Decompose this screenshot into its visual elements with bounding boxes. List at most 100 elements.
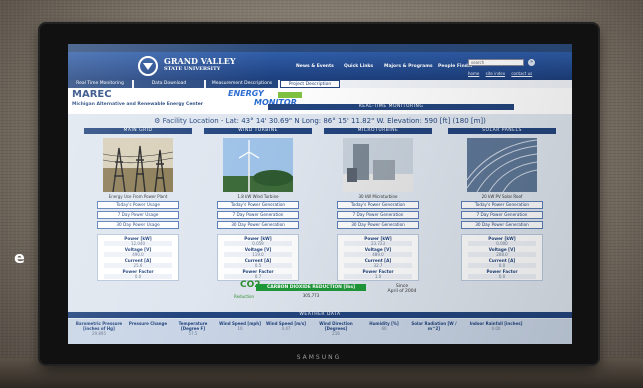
column-head: WIND TURBINE <box>204 128 312 134</box>
weather-label: Temperature [Degree F] <box>178 321 208 331</box>
utility-links: home site index contact us <box>468 71 537 76</box>
tab-bar: Real Time Monitoring Data Download Measu… <box>68 80 572 88</box>
weather-value: 60 <box>381 326 387 331</box>
search-input[interactable]: search <box>468 59 524 66</box>
marec-banner: MAREC Michigan Alternative and Renewable… <box>68 88 572 114</box>
facility-location-text: Facility Location - Lat: 43° 14' 30.69" … <box>162 117 486 125</box>
nav-majors-programs[interactable]: Majors & Programs <box>384 64 433 69</box>
real-time-monitoring-bar: REAL-TIME MONITORING <box>268 104 514 110</box>
reading-value: 25.6 <box>104 263 172 268</box>
tab-project-description[interactable]: Project Description <box>280 80 340 88</box>
30-day-power-generation-button[interactable]: 30 Day Power Generation <box>337 221 419 229</box>
reading-value: 0.0 <box>104 274 172 279</box>
wind-turbine-photo <box>223 138 293 192</box>
todays-power-generation-button[interactable]: Today's Power Generation <box>337 201 419 209</box>
link-site-index[interactable]: site index <box>486 71 505 76</box>
todays-power-generation-button[interactable]: Today's Power Generation <box>217 201 299 209</box>
reading-value: 490.0 <box>104 252 172 257</box>
monitor-brand-label: SAMSUNG <box>296 354 342 361</box>
reading-value: 489.0 <box>344 252 412 257</box>
weather-row: Barometric Pressure [inches of Hg] 29.89… <box>68 319 572 344</box>
7-day-power-usage-button[interactable]: 7 Day Power Usage <box>97 211 179 219</box>
weather-value: 216 <box>332 331 340 336</box>
reading-value: 12.040 <box>104 241 172 246</box>
weather-value: 0.00 <box>491 326 501 331</box>
7-day-power-generation-button[interactable]: 7 Day Power Generation <box>461 211 543 219</box>
7-day-power-generation-button[interactable]: 7 Day Power Generation <box>337 211 419 219</box>
tab-measurement-descriptions[interactable]: Measurement Descriptions <box>206 80 278 88</box>
weather-label: Barometric Pressure [inches of Hg] <box>75 321 123 331</box>
logo-name: GRAND VALLEY <box>164 56 236 66</box>
gvsu-logo-icon[interactable] <box>138 56 158 76</box>
facility-location: ⚙ Facility Location - Lat: 43° 14' 30.69… <box>68 117 572 125</box>
photo-caption: 20 kW PV Solar Roof <box>481 194 523 199</box>
weather-label: Wind Direction [Degrees] <box>319 321 353 331</box>
column-main-grid: MAIN GRID Energy Use From Power Plant To… <box>84 128 192 281</box>
marec-title: MAREC <box>72 89 112 100</box>
weather-label: Solar Radiation [W / m^2] <box>411 321 457 331</box>
weather-item: Indoor Rainfall [inches] 0.00 <box>468 321 524 331</box>
photo-caption: Energy Use From Power Plant <box>108 194 168 199</box>
gear-icon: ⚙ <box>154 117 161 125</box>
weather-data-bar: WEATHER DATA <box>68 312 572 318</box>
weather-item: Wind Speed [mph] 10 <box>218 321 262 331</box>
reading-value: 0.059 <box>224 241 292 246</box>
weather-item: Solar Radiation [W / m^2] <box>406 321 462 331</box>
browser-toolbar <box>68 44 572 52</box>
solar-roof-photo <box>467 138 537 192</box>
weather-item: Wind Speed [m/s] 4.47 <box>264 321 308 331</box>
column-microturbine: MICROTURBINE 30 kW Microturbine Today's … <box>324 128 432 281</box>
reading-value: 32.7 <box>344 263 412 268</box>
link-home[interactable]: home <box>468 71 479 76</box>
7-day-power-generation-button[interactable]: 7 Day Power Generation <box>217 211 299 219</box>
monitor-bezel: SAMSUNG GRAND VALLEY STATE UNIVERSITY Ne… <box>40 24 598 364</box>
reading-value: 0.000 <box>468 241 536 246</box>
co2-reduction-label: Reduction <box>234 294 254 299</box>
search-go-icon[interactable]: » <box>528 59 535 66</box>
reading-value: 0.5 <box>224 263 292 268</box>
power-lines-photo <box>103 138 173 192</box>
nav-quick-links[interactable]: Quick Links <box>344 64 373 69</box>
tab-real-time-monitoring[interactable]: Real Time Monitoring <box>68 80 132 88</box>
reading-value: 208.0 <box>468 252 536 257</box>
reading-value: 23.723 <box>344 241 412 246</box>
weather-value: 4.47 <box>281 326 291 331</box>
readings-box: Power [kW] 0.000 Voltage [V] 208.0 Curre… <box>461 234 543 281</box>
browser-screen: GRAND VALLEY STATE UNIVERSITY News & Eve… <box>68 44 572 344</box>
reading-value: 1.0 <box>344 274 412 279</box>
todays-power-generation-button[interactable]: Today's Power Generation <box>461 201 543 209</box>
since-date: April of 2004 <box>387 289 417 294</box>
weather-value: 57.5 <box>188 331 198 336</box>
30-day-power-generation-button[interactable]: 30 Day Power Generation <box>461 221 543 229</box>
gvsu-wordmark[interactable]: GRAND VALLEY STATE UNIVERSITY <box>164 57 236 73</box>
carbon-reduction-value: 305,773 <box>302 293 320 298</box>
reading-value: 0.0 <box>468 263 536 268</box>
tab-data-download[interactable]: Data Download <box>134 80 204 88</box>
reading-value: 0.0 <box>468 274 536 279</box>
column-wind-turbine: WIND TURBINE 1.8 kW Wind Turbine Today's… <box>204 128 312 281</box>
weather-item: Temperature [Degree F] 57.5 <box>170 321 216 336</box>
nav-news-events[interactable]: News & Events <box>296 64 334 69</box>
readings-box: Power [kW] 23.723 Voltage [V] 489.0 Curr… <box>337 234 419 281</box>
todays-power-usage-button[interactable]: Today's Power Usage <box>97 201 179 209</box>
microturbine-photo <box>343 138 413 192</box>
since-note: Since April of 2004 <box>384 284 420 294</box>
column-head: SOLAR PANELS <box>448 128 556 134</box>
weather-item: Humidity [%] 60 <box>364 321 404 331</box>
marec-subtitle: Michigan Alternative and Renewable Energ… <box>72 102 204 107</box>
column-solar-panels: SOLAR PANELS 20 kW PV Solar Roof Today's… <box>448 128 556 281</box>
wall-letter: e <box>14 248 25 267</box>
column-head: MAIN GRID <box>84 128 192 134</box>
30-day-power-generation-button[interactable]: 30 Day Power Generation <box>217 221 299 229</box>
weather-item: Pressure Change <box>128 321 168 326</box>
logo-sub: STATE UNIVERSITY <box>164 66 221 72</box>
link-contact-us[interactable]: contact us <box>511 71 532 76</box>
readings-box: Power [kW] 12.040 Voltage [V] 490.0 Curr… <box>97 234 179 281</box>
reading-value: 119.0 <box>224 252 292 257</box>
site-header: GRAND VALLEY STATE UNIVERSITY News & Eve… <box>68 52 572 80</box>
weather-value: 10 <box>237 326 243 331</box>
weather-value: 29.895 <box>92 331 106 336</box>
carbon-reduction-bar: CARBON DIOXIDE REDUCTION [lbs] <box>256 284 366 291</box>
weather-item: Barometric Pressure [inches of Hg] 29.89… <box>72 321 126 336</box>
30-day-power-usage-button[interactable]: 30 Day Power Usage <box>97 221 179 229</box>
